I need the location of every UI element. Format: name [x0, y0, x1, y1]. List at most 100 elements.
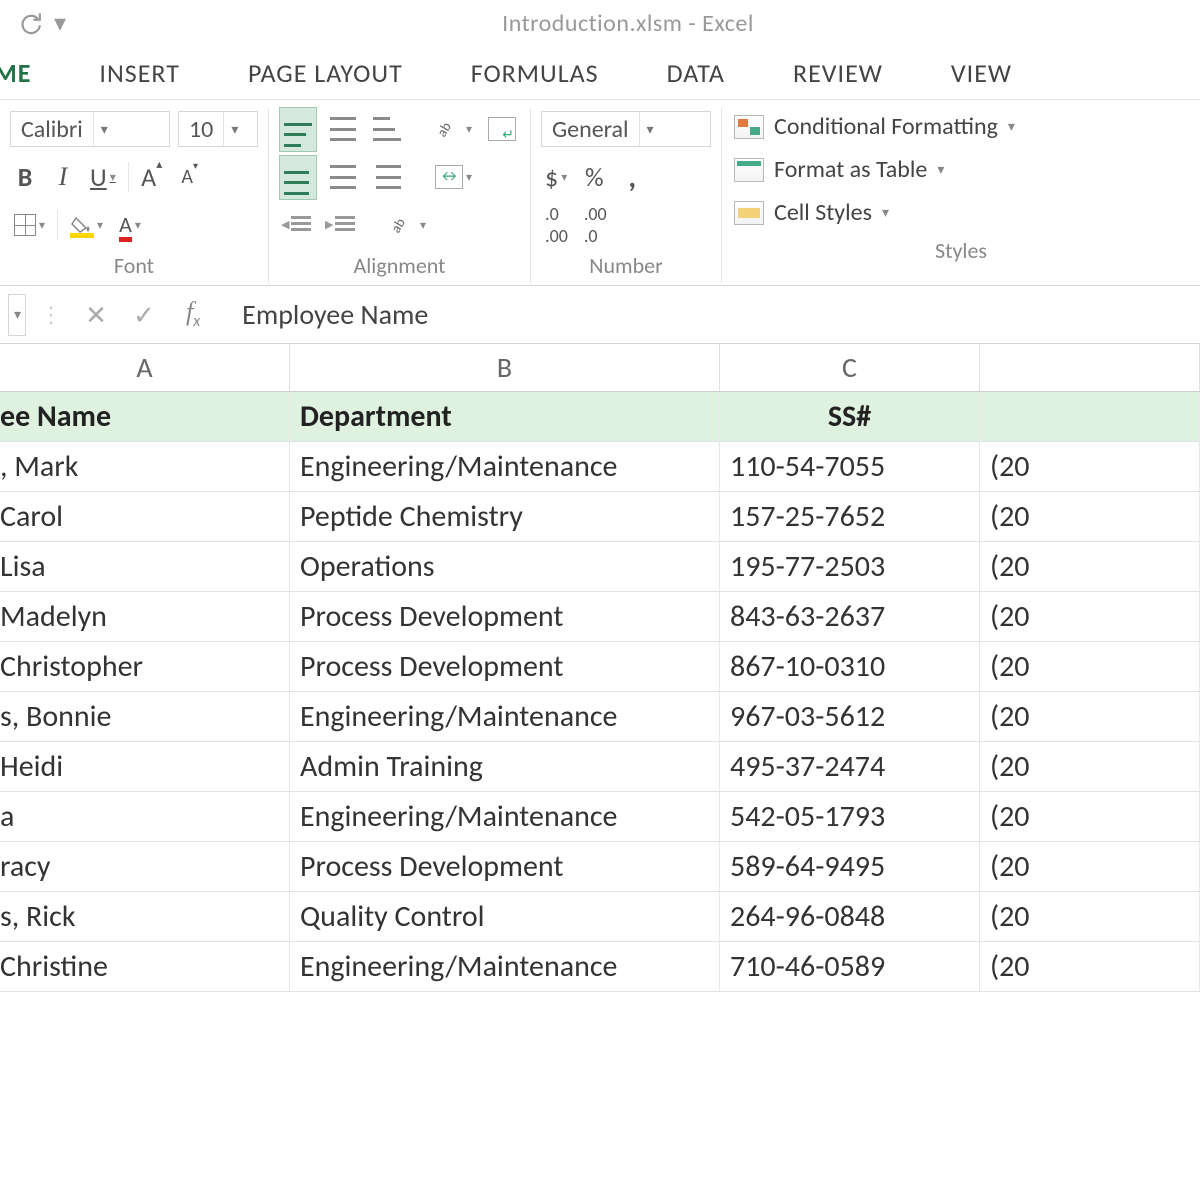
- cell[interactable]: 843-63-2637: [720, 592, 980, 641]
- bold-button[interactable]: B: [10, 159, 40, 195]
- header-cell[interactable]: [980, 392, 1200, 441]
- enter-button[interactable]: ✓: [124, 295, 164, 335]
- fill-color-button[interactable]: [66, 207, 107, 243]
- cell[interactable]: 542-05-1793: [720, 792, 980, 841]
- increase-decimal-button[interactable]: .0.00: [541, 207, 572, 243]
- cell[interactable]: Engineering/Maintenance: [290, 442, 720, 491]
- cell[interactable]: Engineering/Maintenance: [290, 942, 720, 991]
- cell[interactable]: 710-46-0589: [720, 942, 980, 991]
- align-right-button[interactable]: [369, 159, 405, 195]
- decrease-font-button[interactable]: A▾: [175, 159, 205, 195]
- underline-button[interactable]: U: [86, 159, 120, 195]
- cell[interactable]: (20: [980, 492, 1200, 541]
- cell[interactable]: 867-10-0310: [720, 642, 980, 691]
- cell[interactable]: 967-03-5612: [720, 692, 980, 741]
- cell[interactable]: Heidi: [0, 742, 290, 791]
- tab-home[interactable]: ME: [0, 49, 35, 97]
- cell[interactable]: Christine: [0, 942, 290, 991]
- cell[interactable]: 110-54-7055: [720, 442, 980, 491]
- col-header-B[interactable]: B: [290, 344, 720, 391]
- cell[interactable]: 589-64-9495: [720, 842, 980, 891]
- align-top-button[interactable]: [279, 107, 317, 152]
- cell[interactable]: s, Bonnie: [0, 692, 290, 741]
- percent-button[interactable]: %: [579, 159, 609, 195]
- conditional-formatting-button[interactable]: Conditional Formatting▾: [732, 108, 1190, 145]
- cell[interactable]: Quality Control: [290, 892, 720, 941]
- merge-center-button[interactable]: [431, 159, 476, 195]
- wrap-text-button[interactable]: [484, 111, 520, 147]
- cell[interactable]: (20: [980, 592, 1200, 641]
- insert-function-button[interactable]: fx: [172, 297, 214, 331]
- cell[interactable]: , Mark: [0, 442, 290, 491]
- redo-button[interactable]: [12, 6, 46, 40]
- align-bottom-button[interactable]: [369, 111, 405, 147]
- formula-input[interactable]: Employee Name: [222, 297, 1192, 332]
- borders-button[interactable]: [10, 207, 49, 243]
- cell[interactable]: Process Development: [290, 592, 720, 641]
- cell-styles-button[interactable]: Cell Styles▾: [732, 194, 1190, 231]
- cell[interactable]: Engineering/Maintenance: [290, 792, 720, 841]
- cancel-button[interactable]: ✕: [76, 295, 116, 335]
- cell[interactable]: 264-96-0848: [720, 892, 980, 941]
- cell[interactable]: Engineering/Maintenance: [290, 692, 720, 741]
- header-cell[interactable]: Department: [290, 392, 720, 441]
- col-header-D[interactable]: [980, 344, 1200, 391]
- cell[interactable]: racy: [0, 842, 290, 891]
- align-center-button[interactable]: [325, 159, 361, 195]
- accounting-format-button[interactable]: $: [541, 159, 571, 195]
- col-header-C[interactable]: C: [720, 344, 980, 391]
- quick-access-dropdown[interactable]: ▾: [52, 6, 68, 40]
- cell[interactable]: (20: [980, 842, 1200, 891]
- cell[interactable]: a: [0, 792, 290, 841]
- cell[interactable]: 495-37-2474: [720, 742, 980, 791]
- cell[interactable]: (20: [980, 792, 1200, 841]
- align-middle-button[interactable]: [325, 111, 361, 147]
- cell[interactable]: Process Development: [290, 842, 720, 891]
- number-format-select[interactable]: General ▾: [541, 111, 711, 147]
- cell[interactable]: Peptide Chemistry: [290, 492, 720, 541]
- cell[interactable]: 157-25-7652: [720, 492, 980, 541]
- orientation-button[interactable]: [431, 111, 476, 147]
- tab-view[interactable]: VIEW: [947, 49, 1016, 97]
- cell[interactable]: Lisa: [0, 542, 290, 591]
- tab-page-layout[interactable]: PAGE LAYOUT: [244, 49, 407, 97]
- comma-style-button[interactable]: ,: [617, 159, 647, 195]
- cell[interactable]: s, Rick: [0, 892, 290, 941]
- name-box[interactable]: ▾: [8, 294, 26, 336]
- cell[interactable]: (20: [980, 692, 1200, 741]
- group-label-font: Font: [10, 252, 258, 279]
- tab-data[interactable]: DATA: [663, 49, 729, 97]
- decrease-indent-button[interactable]: [279, 207, 315, 243]
- cell[interactable]: Admin Training: [290, 742, 720, 791]
- cell[interactable]: (20: [980, 892, 1200, 941]
- font-size-select[interactable]: 10 ▾: [178, 111, 258, 147]
- tab-insert[interactable]: INSERT: [95, 49, 184, 97]
- italic-button[interactable]: I: [48, 159, 78, 195]
- cell[interactable]: Madelyn: [0, 592, 290, 641]
- increase-font-button[interactable]: A▴: [137, 159, 167, 195]
- wrap-text-icon: [488, 117, 516, 141]
- tab-review[interactable]: REVIEW: [789, 49, 887, 97]
- format-as-table-button[interactable]: Format as Table▾: [732, 151, 1190, 188]
- align-left-button[interactable]: [279, 155, 317, 200]
- spreadsheet-grid[interactable]: A B C ee Name Department SS# , MarkEngin…: [0, 344, 1200, 992]
- font-name-select[interactable]: Calibri ▾: [10, 111, 170, 147]
- header-cell[interactable]: ee Name: [0, 392, 290, 441]
- cell[interactable]: (20: [980, 942, 1200, 991]
- cell[interactable]: 195-77-2503: [720, 542, 980, 591]
- cell[interactable]: Operations: [290, 542, 720, 591]
- cell[interactable]: (20: [980, 542, 1200, 591]
- cell[interactable]: Carol: [0, 492, 290, 541]
- cell[interactable]: (20: [980, 442, 1200, 491]
- tab-formulas[interactable]: FORMULAS: [467, 49, 603, 97]
- col-header-A[interactable]: A: [0, 344, 290, 391]
- header-cell[interactable]: SS#: [720, 392, 980, 441]
- cell[interactable]: (20: [980, 742, 1200, 791]
- orientation-button-2[interactable]: [385, 207, 430, 243]
- increase-indent-button[interactable]: [323, 207, 359, 243]
- cell[interactable]: Christopher: [0, 642, 290, 691]
- decrease-decimal-button[interactable]: .00.0: [580, 207, 611, 243]
- cell[interactable]: (20: [980, 642, 1200, 691]
- cell[interactable]: Process Development: [290, 642, 720, 691]
- font-color-button[interactable]: A: [115, 207, 145, 243]
